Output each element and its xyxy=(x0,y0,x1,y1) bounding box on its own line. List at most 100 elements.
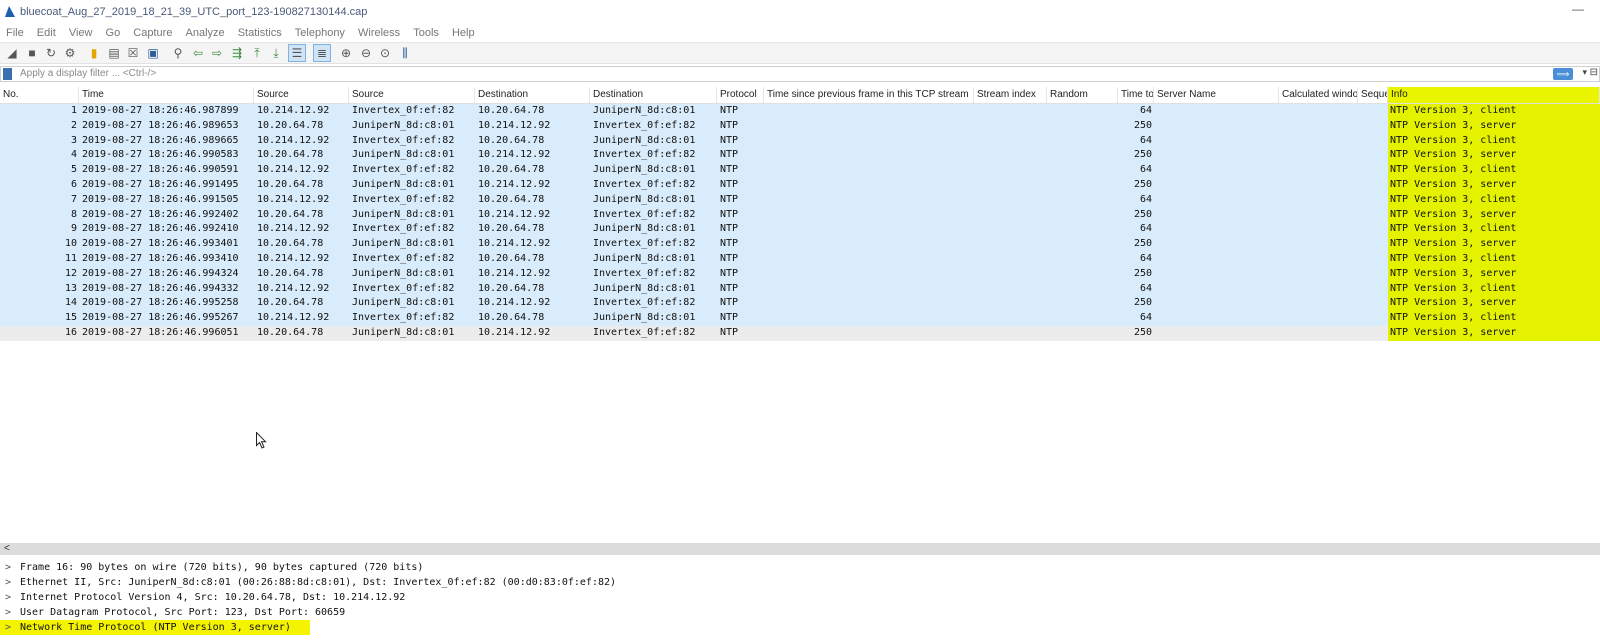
packet-row[interactable]: 8 2019-08-27 18:26:46.992402 10.20.64.78 Ju… xyxy=(0,207,1600,223)
reload-file-icon[interactable]: ▣ xyxy=(145,45,161,61)
packet-row[interactable]: 14 2019-08-27 18:26:46.995258 10.20.64.78 J… xyxy=(0,296,1600,312)
cell-info: NTP Version 3, client xyxy=(1388,222,1600,238)
packet-row[interactable]: 10 2019-08-27 18:26:46.993401 10.20.64.78 J… xyxy=(0,237,1600,252)
autoscroll-icon[interactable]: ☰ xyxy=(288,44,306,62)
restart-capture-icon[interactable]: ↻ xyxy=(43,45,59,61)
find-packet-icon[interactable]: ⚲ xyxy=(170,45,186,61)
cell-source-mac: Invertex_0f:ef:82 xyxy=(352,134,455,146)
go-back-icon[interactable]: ⇦ xyxy=(190,45,206,61)
filter-dropdown-icon[interactable]: ▾ xyxy=(1582,67,1587,78)
close-file-icon[interactable]: ☒ xyxy=(125,45,141,61)
col-time-to[interactable]: Time to xyxy=(1118,87,1154,103)
cell-destination-mac: Invertex_0f:ef:82 xyxy=(593,119,696,131)
col-protocol[interactable]: Protocol xyxy=(717,87,764,103)
detail-row-frame[interactable]: > Frame 16: 90 bytes on wire (720 bits),… xyxy=(0,560,1600,575)
shark-fin-start-icon[interactable]: ◢ xyxy=(4,45,20,61)
menu-capture[interactable]: Capture xyxy=(133,24,172,42)
col-time-since-prev[interactable]: Time since previous frame in this TCP st… xyxy=(764,87,974,103)
packet-row[interactable]: 4 2019-08-27 18:26:46.990583 10.20.64.78 Ju… xyxy=(0,148,1600,164)
minimize-button[interactable]: — xyxy=(1572,2,1584,16)
cell-source-ip: 10.214.12.92 xyxy=(257,312,330,324)
resize-columns-icon[interactable]: ⫼ xyxy=(397,45,413,61)
bookmark-icon[interactable] xyxy=(3,68,12,80)
scroll-left-icon[interactable]: < xyxy=(4,543,10,555)
last-packet-icon[interactable]: ⤓ xyxy=(268,45,284,61)
detail-row-udp[interactable]: > User Datagram Protocol, Src Port: 123,… xyxy=(0,605,1600,620)
cell-source-mac: Invertex_0f:ef:82 xyxy=(352,105,455,116)
cell-source-mac: JuniperN_8d:c8:01 xyxy=(352,208,455,220)
display-filter-input[interactable]: Apply a display filter ... <Ctrl-/> xyxy=(20,68,156,79)
menu-view[interactable]: View xyxy=(69,24,93,42)
col-no[interactable]: No. xyxy=(0,87,79,103)
menu-edit[interactable]: Edit xyxy=(37,24,56,42)
col-destination-mac[interactable]: Destination xyxy=(590,87,717,103)
detail-row-ipv4[interactable]: > Internet Protocol Version 4, Src: 10.2… xyxy=(0,590,1600,605)
col-info[interactable]: Info xyxy=(1388,87,1600,103)
packet-row[interactable]: 16 2019-08-27 18:26:46.996051 10.20.64.78 J… xyxy=(0,325,1600,341)
cell-protocol: NTP xyxy=(720,252,739,264)
cell-source-mac: JuniperN_8d:c8:01 xyxy=(352,297,455,309)
save-file-icon[interactable]: ▤ xyxy=(106,45,122,61)
normal-size-icon[interactable]: ⊙ xyxy=(377,45,393,61)
chevron-right-icon[interactable]: > xyxy=(5,620,11,635)
packet-row[interactable]: 6 2019-08-27 18:26:46.991495 10.20.64.78 Ju… xyxy=(0,177,1600,193)
cell-destination-ip: 10.20.64.78 xyxy=(478,134,545,146)
menu-analyze[interactable]: Analyze xyxy=(186,24,225,42)
col-random[interactable]: Random xyxy=(1047,87,1118,103)
menu-telephony[interactable]: Telephony xyxy=(295,24,345,42)
col-time[interactable]: Time xyxy=(79,87,254,103)
packet-list-horizontal-scrollbar[interactable]: < xyxy=(0,543,1600,555)
col-server-name[interactable]: Server Name xyxy=(1154,87,1279,103)
detail-text: Ethernet II, Src: JuniperN_8d:c8:01 (00:… xyxy=(20,577,617,588)
cell-time: 2019-08-27 18:26:46.989665 xyxy=(82,134,239,146)
menu-wireless[interactable]: Wireless xyxy=(358,24,400,42)
capture-options-icon[interactable]: ⚙ xyxy=(62,45,78,61)
packet-row[interactable]: 15 2019-08-27 18:26:46.995267 10.214.12.92… xyxy=(0,311,1600,326)
stop-capture-icon[interactable]: ■ xyxy=(24,45,40,61)
cell-destination-ip: 10.20.64.78 xyxy=(478,252,545,264)
packet-row[interactable]: 9 2019-08-27 18:26:46.992410 10.214.12.92 I… xyxy=(0,222,1600,238)
packet-row[interactable]: 3 2019-08-27 18:26:46.989665 10.214.12.92 I… xyxy=(0,133,1600,149)
cell-time-to: 250 xyxy=(1133,178,1152,190)
packet-row[interactable]: 12 2019-08-27 18:26:46.994324 10.20.64.78 J… xyxy=(0,266,1600,282)
packet-row[interactable]: 2 2019-08-27 18:26:46.989653 10.20.64.78 Ju… xyxy=(0,118,1600,134)
detail-row-ntp[interactable]: > Network Time Protocol (NTP Version 3, … xyxy=(0,620,1600,635)
col-source-mac[interactable]: Source xyxy=(349,87,475,103)
go-forward-icon[interactable]: ⇨ xyxy=(209,45,225,61)
first-packet-icon[interactable]: ⤒ xyxy=(249,45,265,61)
menu-file[interactable]: File xyxy=(6,24,24,42)
chevron-right-icon[interactable]: > xyxy=(5,560,11,575)
chevron-right-icon[interactable]: > xyxy=(5,575,11,590)
cell-info: NTP Version 3, client xyxy=(1388,104,1600,119)
zoom-out-icon[interactable]: ⊖ xyxy=(358,45,374,61)
cell-time: 2019-08-27 18:26:46.991495 xyxy=(82,178,239,190)
cell-destination-ip: 10.214.12.92 xyxy=(478,119,551,131)
zoom-in-icon[interactable]: ⊕ xyxy=(338,45,354,61)
open-file-icon[interactable]: ▮ xyxy=(86,45,102,61)
menu-tools[interactable]: Tools xyxy=(413,24,439,42)
col-source-ip[interactable]: Source xyxy=(254,87,349,103)
packet-row[interactable]: 1 2019-08-27 18:26:46.987899 10.214.12.92 I… xyxy=(0,104,1600,119)
apply-filter-arrow-icon[interactable]: ⟹ xyxy=(1553,68,1573,80)
col-destination-ip[interactable]: Destination xyxy=(475,87,590,103)
menu-statistics[interactable]: Statistics xyxy=(238,24,282,42)
col-stream-index[interactable]: Stream index xyxy=(974,87,1047,103)
menu-help[interactable]: Help xyxy=(452,24,475,42)
col-sequence[interactable]: Seque xyxy=(1358,87,1388,103)
cell-time: 2019-08-27 18:26:46.991505 xyxy=(82,193,239,205)
packet-row[interactable]: 11 2019-08-27 18:26:46.993410 10.214.12.92… xyxy=(0,251,1600,267)
detail-row-ethernet[interactable]: > Ethernet II, Src: JuniperN_8d:c8:01 (0… xyxy=(0,575,1600,590)
col-calculated-window[interactable]: Calculated window xyxy=(1279,87,1358,103)
expression-icon[interactable]: ⊟ xyxy=(1590,67,1598,78)
cell-no: 7 xyxy=(70,193,77,205)
display-filter-bar[interactable]: Apply a display filter ... <Ctrl-/> ⟹ ▾ … xyxy=(0,66,1600,82)
menu-go[interactable]: Go xyxy=(106,24,121,42)
cell-destination-ip: 10.214.12.92 xyxy=(478,178,551,190)
packet-row[interactable]: 13 2019-08-27 18:26:46.994332 10.214.12.92… xyxy=(0,281,1600,297)
packet-row[interactable]: 5 2019-08-27 18:26:46.990591 10.214.12.92 I… xyxy=(0,163,1600,178)
go-to-packet-icon[interactable]: ⇶ xyxy=(229,45,245,61)
packet-row[interactable]: 7 2019-08-27 18:26:46.991505 10.214.12.92 I… xyxy=(0,192,1600,208)
chevron-right-icon[interactable]: > xyxy=(5,590,11,605)
colorize-icon[interactable]: ≣ xyxy=(313,44,331,62)
chevron-right-icon[interactable]: > xyxy=(5,605,11,620)
